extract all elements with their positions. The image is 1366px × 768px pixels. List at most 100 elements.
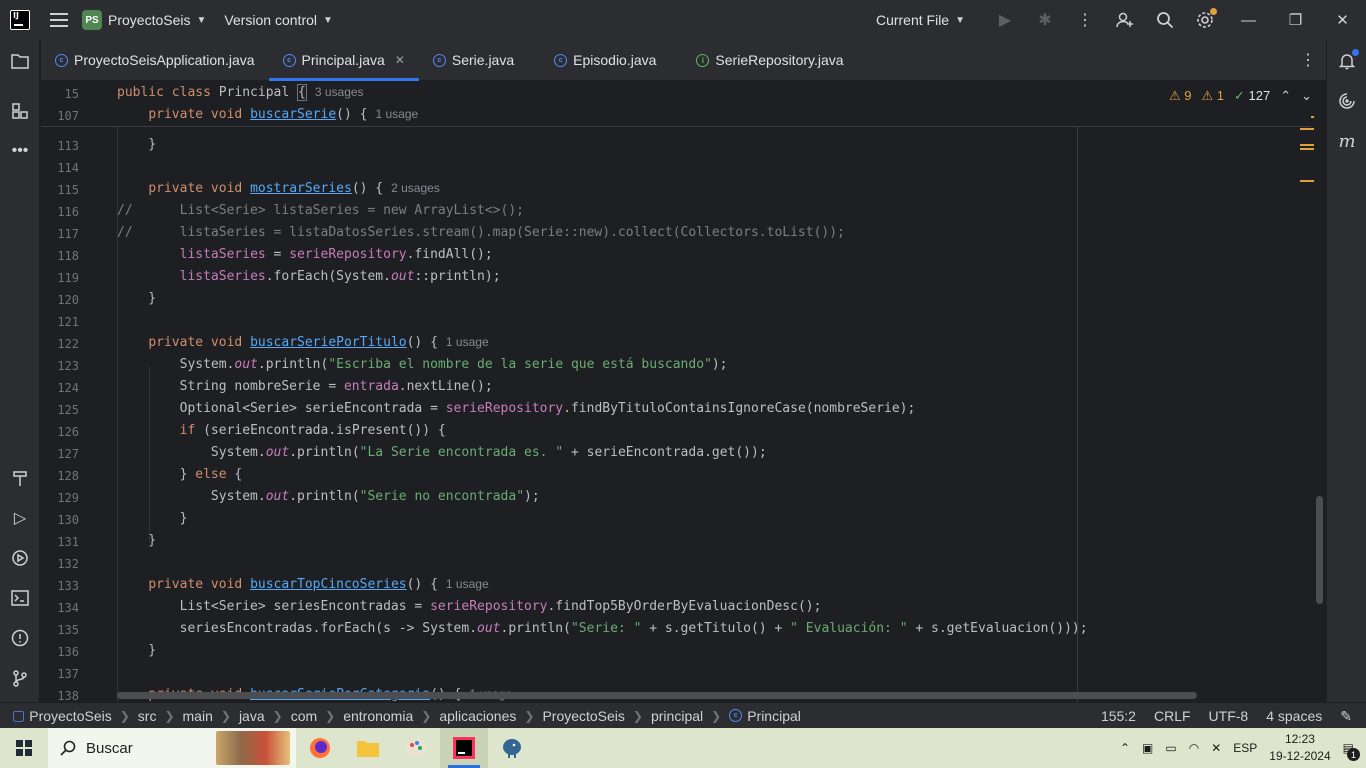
- vertical-scrollbar[interactable]: [1316, 496, 1323, 604]
- firefox-app[interactable]: [296, 728, 344, 768]
- more-actions-icon[interactable]: ⋮: [1065, 0, 1105, 40]
- breadcrumb-separator-icon: ❯: [524, 708, 535, 723]
- project-selector[interactable]: PS ProyectoSeis ▼: [82, 10, 206, 30]
- maven-icon[interactable]: m: [1327, 123, 1366, 159]
- breadcrumb-item[interactable]: src: [138, 708, 157, 724]
- code-line: if (serieEncontrada.isPresent()) {: [179, 423, 446, 438]
- ai-assistant-icon[interactable]: [1327, 83, 1366, 119]
- file-encoding[interactable]: UTF-8: [1209, 708, 1249, 724]
- tab-label: Episodio.java: [573, 52, 657, 68]
- code-editor[interactable]: 15 public class Principal {3 usages 107 …: [41, 82, 1326, 702]
- paint-app[interactable]: [392, 728, 440, 768]
- windows-logo-icon: [16, 740, 32, 756]
- version-control-menu[interactable]: Version control ▼: [224, 12, 333, 28]
- input-language[interactable]: ESP: [1233, 741, 1257, 755]
- volume-muted-icon[interactable]: ✕: [1211, 741, 1221, 755]
- clock[interactable]: 12:23 19-12-2024: [1269, 731, 1330, 765]
- chevron-down-icon[interactable]: ⌄: [1301, 88, 1312, 104]
- breadcrumb-item[interactable]: c Principal: [729, 708, 801, 724]
- breadcrumb-item[interactable]: ▢ ProyectoSeis: [12, 707, 112, 724]
- problems-icon[interactable]: [0, 622, 40, 654]
- chevron-up-icon[interactable]: ⌃: [1280, 88, 1291, 104]
- code-line: // listaSeries = listaDatosSeries.stream…: [117, 225, 845, 240]
- run-config-selector[interactable]: Current File ▼: [876, 12, 965, 28]
- structure-icon[interactable]: [0, 95, 40, 127]
- settings-icon[interactable]: [1185, 0, 1225, 40]
- taskbar-search[interactable]: Buscar: [48, 728, 296, 768]
- tab-proyectoseisapplication[interactable]: c ProyectoSeisApplication.java: [41, 40, 269, 80]
- tab-principal[interactable]: c Principal.java ✕: [268, 40, 420, 81]
- project-folder-icon[interactable]: [0, 45, 40, 77]
- breadcrumb-item[interactable]: entronomia: [343, 708, 413, 724]
- file-explorer-app[interactable]: [344, 728, 392, 768]
- caret-position[interactable]: 155:2: [1101, 708, 1136, 724]
- close-window-button[interactable]: ✕: [1319, 0, 1366, 40]
- warning-marker[interactable]: [1300, 128, 1314, 130]
- title-bar: PS ProyectoSeis ▼ Version control ▼ Curr…: [0, 0, 1366, 40]
- line-number: 129: [57, 491, 79, 505]
- search-highlight-image: [216, 731, 290, 765]
- services-icon[interactable]: [0, 542, 40, 574]
- minimize-button[interactable]: —: [1225, 0, 1272, 40]
- warning-marker[interactable]: [1300, 148, 1314, 150]
- start-button[interactable]: [0, 728, 48, 768]
- code-with-me-icon[interactable]: [1105, 0, 1145, 40]
- breadcrumb-item[interactable]: ProyectoSeis: [542, 708, 624, 724]
- indent-setting[interactable]: 4 spaces: [1266, 708, 1322, 724]
- usage-hint[interactable]: 3 usages: [315, 85, 364, 99]
- breadcrumb-item[interactable]: aplicaciones: [439, 708, 516, 724]
- notifications-bell-icon[interactable]: [1327, 43, 1366, 79]
- tab-episodio[interactable]: c Episodio.java: [540, 40, 670, 80]
- line-number: 134: [57, 601, 79, 615]
- close-icon[interactable]: ✕: [395, 53, 405, 67]
- tab-serie[interactable]: c Serie.java: [419, 40, 528, 80]
- line-number: 126: [57, 425, 79, 439]
- wifi-icon[interactable]: ◠: [1189, 741, 1199, 755]
- usage-hint[interactable]: 1 usage: [446, 335, 489, 349]
- search-icon[interactable]: [1145, 0, 1185, 40]
- restore-button[interactable]: ❐: [1272, 0, 1319, 40]
- intellij-app[interactable]: [440, 728, 488, 768]
- debug-icon[interactable]: ✱: [1025, 0, 1065, 40]
- more-tools-icon[interactable]: •••: [0, 135, 40, 167]
- meet-now-icon[interactable]: ▣: [1142, 741, 1153, 755]
- run-icon[interactable]: ▶: [985, 0, 1025, 40]
- chevron-up-icon[interactable]: ⌃: [1120, 741, 1130, 755]
- breadcrumb-separator-icon: ❯: [325, 708, 336, 723]
- tab-serierepository[interactable]: i SerieRepository.java: [682, 40, 857, 80]
- line-number: 15: [64, 87, 79, 101]
- run-tool-icon[interactable]: ▷: [0, 502, 40, 534]
- usage-hint[interactable]: 2 usages: [391, 181, 440, 195]
- breadcrumb-item[interactable]: principal: [651, 708, 703, 724]
- line-number: 121: [57, 315, 79, 329]
- build-icon[interactable]: [0, 462, 40, 494]
- read-only-toggle-icon[interactable]: ✎: [1340, 708, 1352, 725]
- terminal-icon[interactable]: [0, 582, 40, 614]
- right-tool-strip: m: [1326, 40, 1366, 702]
- class-icon: c: [282, 53, 296, 67]
- usage-hint[interactable]: 1 usage: [446, 577, 489, 591]
- warning-marker[interactable]: [1300, 180, 1314, 182]
- breadcrumb-item[interactable]: com: [291, 708, 317, 724]
- main-menu-icon[interactable]: [50, 13, 68, 27]
- clock-date: 19-12-2024: [1269, 749, 1331, 763]
- class-icon: c: [554, 53, 568, 67]
- code-line: }: [117, 533, 157, 548]
- breadcrumb-item[interactable]: main: [183, 708, 213, 724]
- warning-marker[interactable]: [1300, 144, 1314, 146]
- battery-icon[interactable]: ▭: [1165, 741, 1176, 755]
- tab-label: Principal.java: [301, 52, 385, 68]
- action-center-icon[interactable]: ▤ 1: [1343, 741, 1360, 761]
- tab-options-icon[interactable]: ⋮: [1300, 50, 1316, 70]
- breadcrumb: ▢ ProyectoSeis ❯ src ❯ main ❯ java ❯ com …: [0, 707, 801, 724]
- git-icon[interactable]: [0, 662, 40, 694]
- usage-hint[interactable]: 1 usage: [375, 107, 418, 121]
- breadcrumb-item[interactable]: java: [239, 708, 265, 724]
- inspection-widget[interactable]: ⚠ 9 ⚠ 1 ✓ 127 ⌃ ⌄: [1169, 88, 1312, 104]
- breadcrumb-separator-icon: ❯: [164, 708, 175, 723]
- horizontal-scrollbar[interactable]: [117, 692, 1197, 699]
- line-separator[interactable]: CRLF: [1154, 708, 1191, 724]
- left-tool-strip: ••• ▷: [0, 40, 40, 702]
- breadcrumb-separator-icon: ❯: [119, 708, 130, 723]
- pgadmin-app[interactable]: [488, 728, 536, 768]
